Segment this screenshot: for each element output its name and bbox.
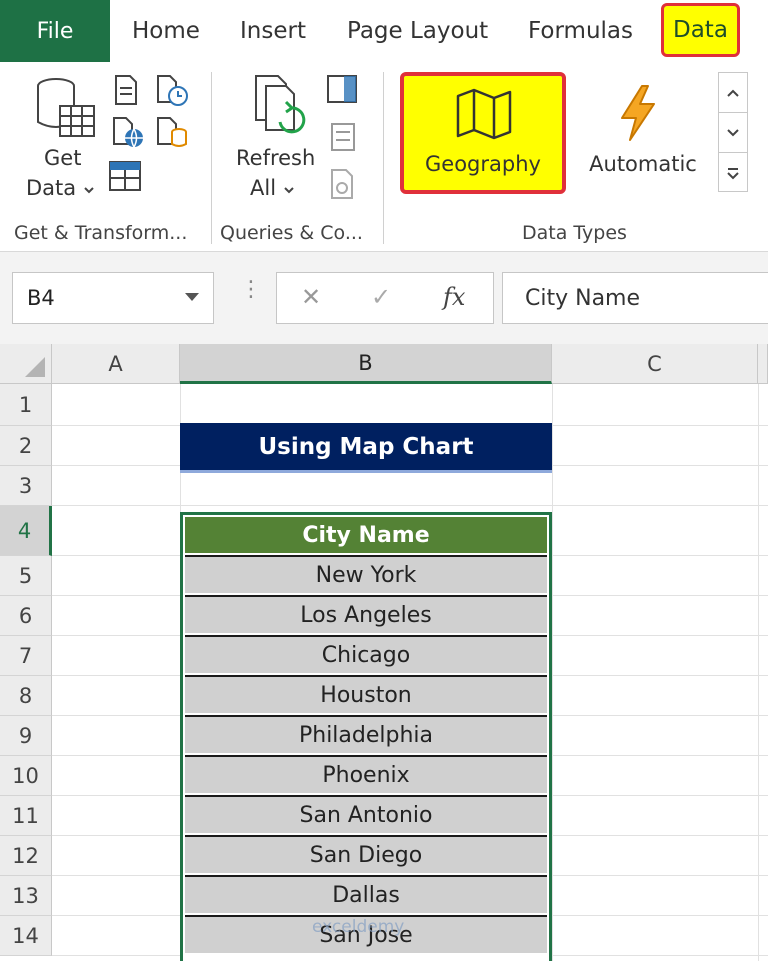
row-header-12[interactable]: 12 [0,836,52,876]
expand-gallery-icon [727,168,739,180]
from-web-icon[interactable] [112,116,146,154]
gallery-down-button[interactable] [719,113,747,153]
column-header-a[interactable]: A [52,344,180,384]
menu-bar: File Home Insert Page Layout Formulas Da… [0,0,768,62]
watermark-logo: exceldemy [312,917,405,937]
refresh-icon[interactable] [252,74,312,140]
lightning-icon [621,85,655,141]
city-cell[interactable]: San Diego [185,835,547,873]
row-header-9[interactable]: 9 [0,716,52,756]
worksheet-grid: A B C 1 2 3 4 5 6 7 8 9 10 11 12 13 14 Using Map Char… [0,344,768,961]
tab-home[interactable]: Home [132,0,200,62]
geography-button[interactable]: Geography [400,72,566,194]
ribbon: Get Data Refresh All Geography Automatic… [0,62,768,252]
city-cell[interactable]: Phoenix [185,755,547,793]
gallery-up-button[interactable] [719,73,747,113]
formula-input[interactable]: City Name [502,272,768,324]
tab-insert[interactable]: Insert [240,0,306,62]
sheet-title-cell[interactable]: Using Map Chart [180,423,552,473]
city-cell[interactable]: Dallas [185,875,547,913]
group-separator [211,72,212,244]
name-box-value: B4 [27,286,55,310]
formula-buttons: ✕ ✓ fx [276,272,494,324]
row-header-4[interactable]: 4 [0,506,52,556]
row-header-3[interactable]: 3 [0,466,52,506]
data-types-gallery-scroll [718,72,748,192]
refresh-label-2[interactable]: All [250,176,295,200]
automatic-label: Automatic [589,152,697,176]
gridline [52,505,768,506]
city-cell[interactable]: Houston [185,675,547,713]
formula-bar: B4 ⋮ ✕ ✓ fx City Name [0,252,768,344]
tab-data[interactable]: Data [661,3,740,57]
row-header-10[interactable]: 10 [0,756,52,796]
row-header-1[interactable]: 1 [0,384,52,426]
chevron-down-icon [84,187,94,194]
refresh-label-1[interactable]: Refresh [236,146,315,170]
select-all-button[interactable] [0,344,52,384]
geography-label: Geography [425,152,541,176]
select-all-icon [25,357,45,377]
file-tab[interactable]: File [0,0,110,62]
row-header-8[interactable]: 8 [0,676,52,716]
enter-icon[interactable]: ✓ [371,283,391,311]
column-header-c[interactable]: C [552,344,758,384]
chevron-up-icon [727,89,739,97]
map-icon [456,88,512,140]
group-separator [383,72,384,244]
row-header-2[interactable]: 2 [0,426,52,466]
city-cell[interactable]: Chicago [185,635,547,673]
gallery-more-button[interactable] [719,153,747,193]
recent-sources-icon[interactable] [156,74,190,112]
name-box[interactable]: B4 [12,272,214,324]
row-header-14[interactable]: 14 [0,916,52,956]
row-header-13[interactable]: 13 [0,876,52,916]
queries-connections-icon[interactable] [326,74,358,108]
get-data-label-2-text: Data [26,176,77,200]
edit-links-icon[interactable] [330,168,356,204]
row-header-6[interactable]: 6 [0,596,52,636]
group-label-data-types: Data Types [522,222,627,244]
refresh-label-2-text: All [250,176,277,200]
city-cell[interactable]: Los Angeles [185,595,547,633]
get-data-label-1[interactable]: Get [44,146,81,170]
properties-icon[interactable] [330,122,356,156]
group-label-get-transform: Get & Transform... [14,222,188,244]
column-header-b[interactable]: B [180,344,552,384]
existing-connections-icon[interactable] [156,116,190,154]
row-header-5[interactable]: 5 [0,556,52,596]
formula-bar-splitter-icon[interactable]: ⋮ [240,279,262,301]
tab-formulas[interactable]: Formulas [528,0,633,62]
city-cell[interactable]: Philadelphia [185,715,547,753]
city-cell[interactable]: New York [185,555,547,593]
row-header-7[interactable]: 7 [0,636,52,676]
insert-function-icon[interactable]: fx [443,283,465,311]
city-cell[interactable]: San Antonio [185,795,547,833]
chevron-down-icon [284,187,294,194]
group-label-queries: Queries & Co... [220,222,363,244]
table-header-cell[interactable]: City Name [185,517,547,553]
tab-page-layout[interactable]: Page Layout [347,0,488,62]
city-table: City Name New York Los Angeles Chicago Hous… [180,512,552,961]
from-text-icon[interactable] [112,74,142,110]
chevron-down-icon [727,128,739,136]
automatic-button[interactable]: Automatic [570,72,716,194]
from-table-icon[interactable] [108,160,142,196]
row-header-11[interactable]: 11 [0,796,52,836]
cancel-icon[interactable]: ✕ [301,283,321,311]
column-header-d[interactable] [758,344,768,384]
database-table-icon[interactable] [34,76,98,148]
get-data-label-2[interactable]: Data [26,176,95,200]
chevron-down-icon[interactable] [185,293,199,301]
